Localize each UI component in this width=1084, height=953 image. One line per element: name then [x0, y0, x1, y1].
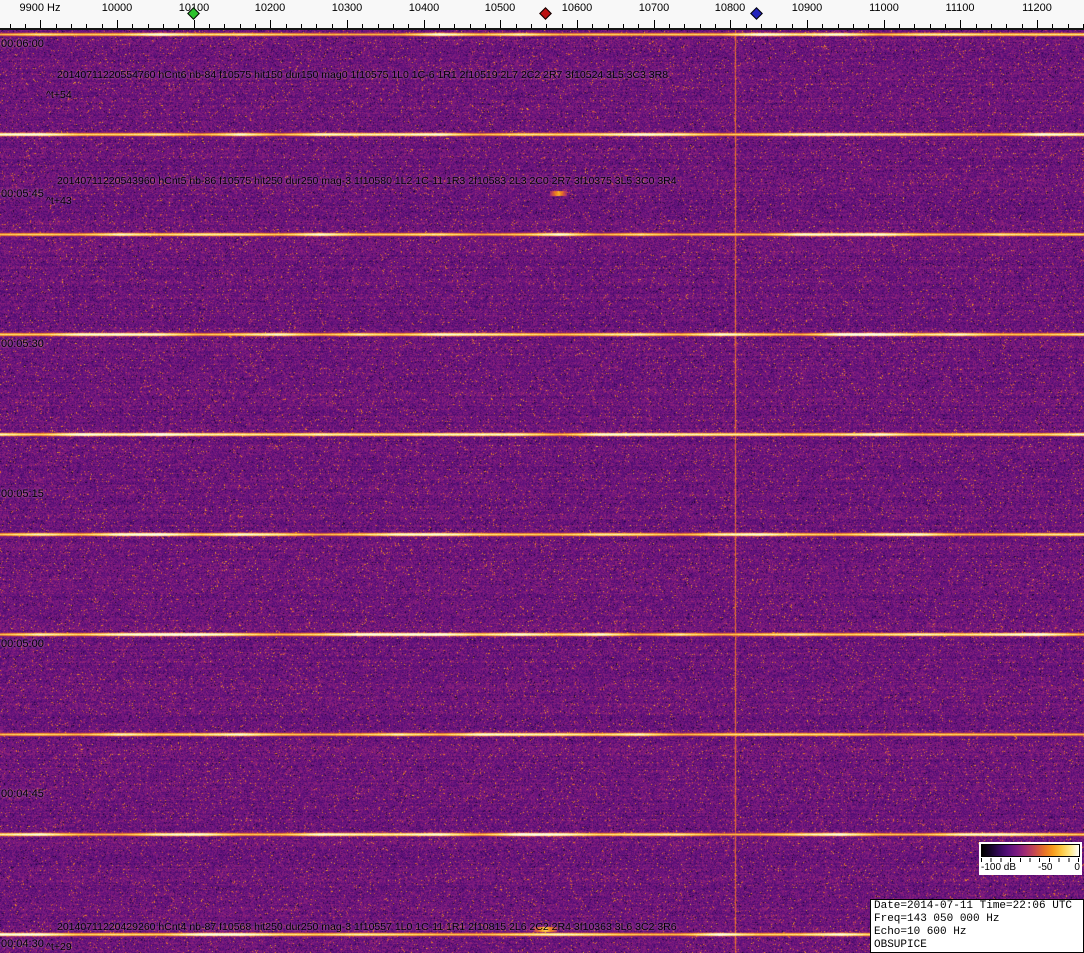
axis-major-tick — [577, 20, 578, 28]
axis-minor-tick — [853, 24, 854, 28]
axis-minor-tick — [301, 24, 302, 28]
axis-minor-tick — [776, 24, 777, 28]
axis-minor-tick — [132, 24, 133, 28]
axis-minor-tick — [531, 24, 532, 28]
axis-minor-tick — [240, 24, 241, 28]
axis-minor-tick — [669, 24, 670, 28]
axis-minor-tick — [56, 24, 57, 28]
axis-tick-label: 11200 — [1022, 2, 1052, 14]
axis-major-tick — [1037, 20, 1038, 28]
axis-minor-tick — [700, 24, 701, 28]
color-scale-gradient — [981, 844, 1080, 857]
axis-minor-tick — [178, 24, 179, 28]
axis-minor-tick — [1068, 24, 1069, 28]
info-echo: Echo=10 600 Hz — [874, 926, 1080, 939]
spectrogram-canvas[interactable] — [0, 30, 1084, 953]
axis-minor-tick — [761, 24, 762, 28]
axis-tick-label: 10000 — [102, 2, 133, 14]
axis-major-tick — [117, 20, 118, 28]
axis-tick-label: 10500 — [485, 2, 516, 14]
axis-minor-tick — [454, 24, 455, 28]
frequency-axis: 9900 Hz100001010010200103001040010500106… — [0, 0, 1084, 30]
axis-minor-tick — [148, 24, 149, 28]
axis-major-tick — [884, 20, 885, 28]
axis-minor-tick — [516, 24, 517, 28]
axis-minor-tick — [408, 24, 409, 28]
axis-minor-tick — [562, 24, 563, 28]
axis-minor-tick — [332, 24, 333, 28]
axis-minor-tick — [976, 24, 977, 28]
axis-minor-tick — [470, 24, 471, 28]
axis-minor-tick — [286, 24, 287, 28]
axis-tick-label: 11000 — [869, 2, 899, 14]
axis-minor-tick — [546, 24, 547, 28]
axis-major-tick — [347, 20, 348, 28]
axis-minor-tick — [439, 24, 440, 28]
axis-minor-tick — [255, 24, 256, 28]
legend-mid-label: -50 — [1038, 862, 1052, 873]
axis-minor-tick — [25, 24, 26, 28]
axis-minor-tick — [393, 24, 394, 28]
status-info-box: Date=2014-07-11 Time=22:06 UTC Freq=143 … — [870, 899, 1084, 953]
axis-minor-tick — [623, 24, 624, 28]
spectrogram-app-window: 9900 Hz100001010010200103001040010500106… — [0, 0, 1084, 953]
axis-major-tick — [270, 20, 271, 28]
axis-minor-tick — [868, 24, 869, 28]
axis-minor-tick — [71, 24, 72, 28]
axis-minor-tick — [715, 24, 716, 28]
axis-tick-label: 10900 — [792, 2, 823, 14]
axis-minor-tick — [991, 24, 992, 28]
axis-minor-tick — [592, 24, 593, 28]
axis-minor-tick — [316, 24, 317, 28]
legend-max-label: 0 — [1074, 862, 1080, 873]
info-station: OBSUPICE — [874, 939, 1080, 952]
axis-minor-tick — [608, 24, 609, 28]
axis-major-tick — [807, 20, 808, 28]
axis-minor-tick — [224, 24, 225, 28]
axis-minor-tick — [638, 24, 639, 28]
axis-minor-tick — [1022, 24, 1023, 28]
color-scale-legend: -100 dB -50 0 — [979, 842, 1082, 875]
blue-marker-icon[interactable] — [750, 7, 763, 20]
axis-tick-label: 9900 Hz — [20, 2, 61, 14]
axis-major-tick — [960, 20, 961, 28]
axis-tick-label: 10600 — [562, 2, 593, 14]
info-frequency: Freq=143 050 000 Hz — [874, 913, 1080, 926]
axis-tick-label: 10700 — [639, 2, 670, 14]
axis-minor-tick — [1052, 24, 1053, 28]
axis-tick-label: 10300 — [332, 2, 363, 14]
axis-minor-tick — [930, 24, 931, 28]
axis-major-tick — [654, 20, 655, 28]
axis-minor-tick — [746, 24, 747, 28]
axis-major-tick — [500, 20, 501, 28]
axis-major-tick — [194, 20, 195, 28]
axis-minor-tick — [838, 24, 839, 28]
axis-tick-label: 10200 — [255, 2, 286, 14]
axis-minor-tick — [163, 24, 164, 28]
axis-minor-tick — [485, 24, 486, 28]
axis-minor-tick — [209, 24, 210, 28]
axis-tick-label: 10800 — [715, 2, 746, 14]
red-marker-icon[interactable] — [539, 7, 552, 20]
axis-minor-tick — [10, 24, 11, 28]
axis-minor-tick — [86, 24, 87, 28]
axis-major-tick — [730, 20, 731, 28]
axis-minor-tick — [378, 24, 379, 28]
axis-tick-label: 10400 — [409, 2, 440, 14]
axis-tick-label: 11100 — [946, 2, 975, 14]
axis-minor-tick — [102, 24, 103, 28]
axis-minor-tick — [1006, 24, 1007, 28]
legend-min-label: -100 dB — [981, 862, 1016, 873]
axis-minor-tick — [362, 24, 363, 28]
axis-minor-tick — [899, 24, 900, 28]
axis-major-tick — [40, 20, 41, 28]
axis-minor-tick — [684, 24, 685, 28]
axis-minor-tick — [792, 24, 793, 28]
axis-minor-tick — [822, 24, 823, 28]
axis-minor-tick — [945, 24, 946, 28]
axis-major-tick — [424, 20, 425, 28]
info-date-time: Date=2014-07-11 Time=22:06 UTC — [874, 900, 1080, 913]
axis-minor-tick — [914, 24, 915, 28]
